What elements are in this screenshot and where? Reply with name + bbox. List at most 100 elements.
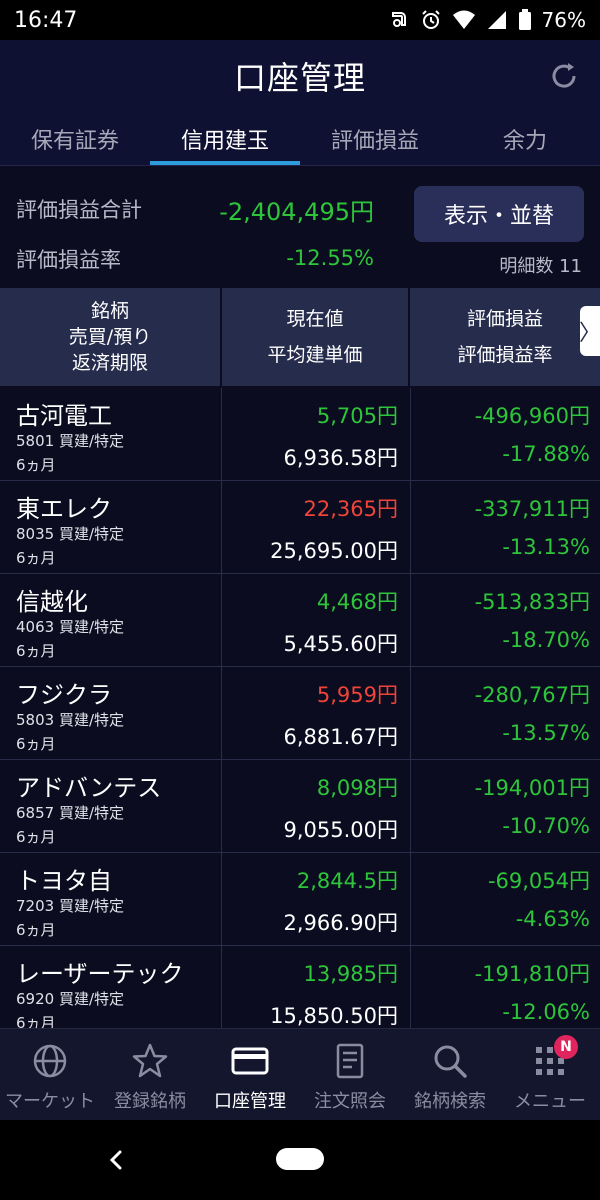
table-row[interactable]: 古河電工 5801 買建/特定 6ヵ月 5,705円 6,936.58円 -49…: [0, 388, 600, 481]
avg-price: 9,055.00円: [283, 818, 398, 842]
bottom-nav: マーケット 登録銘柄 口座管理 注文照会 銘柄検索 メニュー N: [0, 1028, 600, 1120]
current-price: 13,985円: [303, 962, 398, 986]
stock-code-type: 5801 買建/特定: [16, 432, 124, 450]
current-price: 5,705円: [316, 404, 398, 428]
divider: [410, 481, 411, 574]
pl-value: -280,767円: [474, 683, 590, 707]
stock-code-type: 6857 買建/特定: [16, 804, 124, 822]
page-title: 口座管理: [233, 59, 366, 97]
nav-watchlist[interactable]: 登録銘柄: [100, 1029, 200, 1120]
divider: [221, 574, 222, 667]
stock-name: フジクラ: [16, 681, 112, 709]
table-row[interactable]: レーザーテック 6920 買建/特定 6ヵ月 13,985円 15,850.50…: [0, 946, 600, 1028]
pl-value: -194,001円: [474, 776, 590, 800]
nav-account[interactable]: 口座管理: [200, 1029, 300, 1120]
detail-count: 明細数 11: [499, 256, 582, 277]
table-header: 銘柄 売買/預り 返済期限 現在値 平均建単価 評価損益 評価損益率 〉: [0, 288, 600, 386]
nav-menu[interactable]: メニュー N: [500, 1029, 600, 1120]
nav-label: マーケット: [5, 1091, 95, 1112]
document-icon: [336, 1043, 364, 1079]
due-term: 6ヵ月: [16, 642, 56, 660]
current-price: 8,098円: [316, 776, 398, 800]
pl-value: -496,960円: [474, 404, 590, 428]
total-pl-label: 評価損益合計: [16, 198, 142, 222]
avg-price: 5,455.60円: [283, 632, 398, 656]
tab-valuation[interactable]: 評価損益: [300, 112, 450, 165]
divider: [410, 667, 411, 760]
search-icon: [434, 1045, 467, 1078]
divider: [221, 946, 222, 1028]
signal-icon: [487, 11, 506, 29]
pl-rate: -4.63%: [515, 907, 590, 931]
battery-percent: 76%: [541, 8, 586, 32]
notification-badge: N: [554, 1035, 578, 1059]
divider: [221, 481, 222, 574]
scroll-right-icon[interactable]: 〉: [579, 306, 600, 356]
nav-label: 登録銘柄: [114, 1091, 186, 1112]
header-current-price: 現在値: [286, 307, 344, 330]
back-icon[interactable]: [104, 1144, 128, 1176]
nav-orders[interactable]: 注文照会: [300, 1029, 400, 1120]
pl-rate: -18.70%: [502, 628, 590, 652]
due-term: 6ヵ月: [16, 1014, 56, 1028]
table-row[interactable]: トヨタ自 7203 買建/特定 6ヵ月 2,844.5円 2,966.90円 -…: [0, 853, 600, 946]
status-bar: 16:47 76%: [0, 0, 600, 40]
header-col-stock: 銘柄 売買/預り 返済期限: [0, 288, 222, 386]
due-term: 6ヵ月: [16, 828, 56, 846]
table-row[interactable]: 信越化 4063 買建/特定 6ヵ月 4,468円 5,455.60円 -513…: [0, 574, 600, 667]
refresh-icon[interactable]: [546, 58, 582, 94]
pl-rate: -10.70%: [502, 814, 590, 838]
pl-value: -513,833円: [474, 590, 590, 614]
star-icon: [132, 1043, 168, 1078]
pl-rate: -17.88%: [502, 442, 590, 466]
nav-search[interactable]: 銘柄検索: [400, 1029, 500, 1120]
current-price: 2,844.5円: [296, 869, 398, 893]
header-due: 返済期限: [71, 352, 148, 375]
avg-price: 15,850.50円: [270, 1004, 398, 1028]
home-pill[interactable]: [276, 1148, 324, 1170]
tab-margin-positions[interactable]: 信用建玉: [150, 112, 300, 165]
divider: [410, 853, 411, 946]
tab-holdings[interactable]: 保有証券: [0, 112, 150, 165]
positions-list: 古河電工 5801 買建/特定 6ヵ月 5,705円 6,936.58円 -49…: [0, 388, 600, 1028]
avg-price: 6,936.58円: [283, 446, 398, 470]
stock-code-type: 7203 買建/特定: [16, 897, 124, 915]
divider: [410, 574, 411, 667]
table-row[interactable]: アドバンテス 6857 買建/特定 6ヵ月 8,098円 9,055.00円 -…: [0, 760, 600, 853]
nav-market[interactable]: マーケット: [0, 1029, 100, 1120]
app-header: 口座管理: [0, 40, 600, 112]
pl-rate: -13.13%: [502, 535, 590, 559]
pl-value: -337,911円: [474, 497, 590, 521]
header-trade-type: 売買/預り: [68, 325, 152, 348]
table-row[interactable]: 東エレク 8035 買建/特定 6ヵ月 22,365円 25,695.00円 -…: [0, 481, 600, 574]
due-term: 6ヵ月: [16, 549, 56, 567]
pl-rate-label: 評価損益率: [16, 248, 121, 272]
current-price: 22,365円: [303, 497, 398, 521]
divider: [221, 760, 222, 853]
pl-rate: -13.57%: [502, 721, 590, 745]
pl-rate-value: -12.55%: [286, 246, 374, 270]
avg-price: 6,881.67円: [283, 725, 398, 749]
wifi-icon: [452, 10, 475, 29]
divider: [221, 388, 222, 481]
stock-code-type: 6920 買建/特定: [16, 990, 124, 1008]
stock-name: レーザーテック: [16, 960, 184, 988]
due-term: 6ヵ月: [16, 735, 56, 753]
avg-price: 2,966.90円: [283, 911, 398, 935]
pl-value: -191,810円: [474, 962, 590, 986]
tab-buying-power[interactable]: 余力: [450, 112, 600, 165]
stock-name: トヨタ自: [16, 867, 112, 895]
status-icons: 76%: [388, 8, 586, 32]
battery-icon: [518, 9, 531, 30]
nav-label: メニュー: [514, 1091, 586, 1112]
display-sort-button[interactable]: 表示・並替: [414, 186, 584, 242]
divider: [221, 667, 222, 760]
due-term: 6ヵ月: [16, 921, 56, 939]
card-icon: [231, 1047, 269, 1075]
stock-name: アドバンテス: [16, 774, 162, 802]
status-time: 16:47: [14, 7, 78, 33]
pl-rate: -12.06%: [502, 1000, 590, 1024]
table-row[interactable]: フジクラ 5803 買建/特定 6ヵ月 5,959円 6,881.67円 -28…: [0, 667, 600, 760]
header-avg-price: 平均建単価: [267, 344, 363, 366]
nfc-icon: [391, 12, 406, 27]
